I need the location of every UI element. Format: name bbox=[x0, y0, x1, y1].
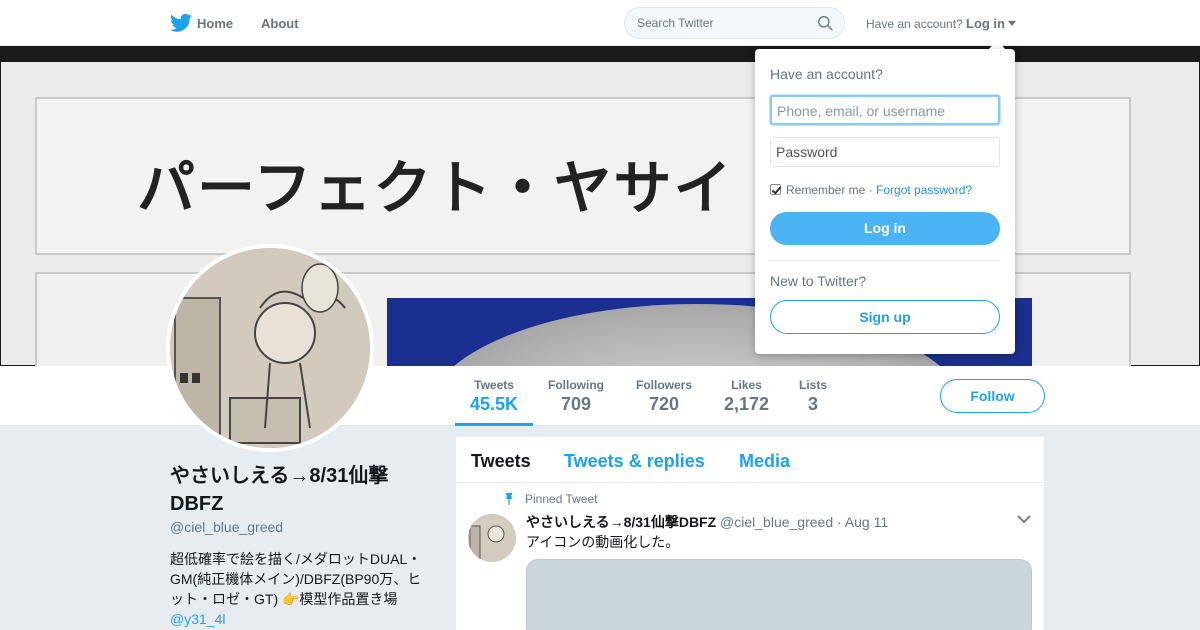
tweet-text: アイコンの動画化した。 bbox=[526, 534, 680, 550]
stat-lists[interactable]: Lists 3 bbox=[799, 378, 827, 415]
search-input[interactable]: Search Twitter bbox=[624, 7, 845, 39]
top-navigation: Home About Search Twitter Have an accoun… bbox=[0, 0, 1200, 46]
tab-media[interactable]: Media bbox=[739, 451, 790, 472]
stat-following[interactable]: Following 709 bbox=[548, 378, 604, 415]
nav-about-link[interactable]: About bbox=[261, 16, 299, 31]
timeline-tabs: Tweets Tweets & replies Media bbox=[456, 437, 1044, 483]
username-field[interactable]: Phone, email, or username bbox=[770, 95, 1000, 125]
password-field[interactable]: Password bbox=[770, 137, 1000, 167]
pinned-tweet-label: Pinned Tweet bbox=[525, 492, 598, 506]
password-placeholder: Password bbox=[776, 144, 838, 160]
follow-button[interactable]: Follow bbox=[940, 379, 1045, 413]
login-link[interactable]: Log in bbox=[966, 16, 1005, 31]
chevron-down-icon[interactable] bbox=[1017, 514, 1031, 524]
stat-label: Following bbox=[548, 378, 604, 392]
tab-tweets[interactable]: Tweets bbox=[471, 451, 531, 472]
tweet-author-name[interactable]: やさいしえる→8/31仙撃DBFZ bbox=[526, 514, 716, 530]
stat-value: 720 bbox=[648, 394, 680, 414]
tab-tweets-replies[interactable]: Tweets & replies bbox=[564, 451, 705, 472]
twitter-bird-icon[interactable] bbox=[170, 13, 192, 33]
avatar[interactable] bbox=[166, 244, 374, 452]
remember-me-row: Remember me · Forgot password? bbox=[770, 183, 972, 197]
forgot-password-link[interactable]: Forgot password? bbox=[876, 183, 972, 197]
profile-bio: 超低確率で絵を描く/メダロットDUAL・GM(純正機体メイン)/DBFZ(BP9… bbox=[170, 549, 430, 629]
stat-label: Followers bbox=[636, 378, 693, 392]
signup-button[interactable]: Sign up bbox=[770, 300, 1000, 334]
stat-value: 2,172 bbox=[724, 394, 770, 414]
tweet-avatar[interactable] bbox=[468, 514, 516, 562]
new-to-twitter-text: New to Twitter? bbox=[770, 273, 867, 289]
profile-handle[interactable]: @ciel_blue_greed bbox=[170, 519, 283, 535]
tweet-date[interactable]: · Aug 11 bbox=[837, 514, 888, 530]
tweet-avatar-sketch bbox=[468, 514, 516, 562]
active-tab-underline bbox=[455, 423, 533, 426]
username-placeholder: Phone, email, or username bbox=[777, 103, 946, 119]
stat-value: 709 bbox=[560, 394, 592, 414]
avatar-image bbox=[170, 248, 370, 448]
stat-label: Likes bbox=[731, 378, 762, 392]
stat-value: 3 bbox=[808, 394, 819, 414]
bio-text: 超低確率で絵を描く/メダロットDUAL・GM(純正機体メイン)/DBFZ(BP9… bbox=[170, 551, 422, 607]
tweet-author-handle[interactable]: @ciel_blue_greed bbox=[720, 514, 833, 530]
avatar-sketch bbox=[170, 248, 370, 448]
search-placeholder: Search Twitter bbox=[637, 16, 714, 30]
remember-me-label[interactable]: Remember me · bbox=[786, 183, 873, 197]
dropdown-divider bbox=[770, 260, 1000, 261]
login-button[interactable]: Log in bbox=[770, 212, 1000, 245]
dropdown-title: Have an account? bbox=[770, 66, 883, 82]
search-icon[interactable] bbox=[817, 15, 834, 32]
stat-label: Tweets bbox=[474, 378, 514, 392]
nav-home-link[interactable]: Home bbox=[197, 16, 233, 31]
caret-down-icon[interactable] bbox=[1008, 21, 1016, 26]
stat-label: Lists bbox=[799, 378, 828, 392]
have-account-text: Have an account? bbox=[866, 17, 963, 31]
tweet-header: やさいしえる→8/31仙撃DBFZ @ciel_blue_greed · Aug… bbox=[526, 512, 888, 532]
bio-link[interactable]: @y31_4l bbox=[170, 611, 225, 627]
tweet-media[interactable] bbox=[526, 559, 1032, 630]
stat-tweets[interactable]: Tweets 45.5K bbox=[470, 378, 518, 415]
stat-likes[interactable]: Likes 2,172 bbox=[724, 378, 769, 415]
stat-value: 45.5K bbox=[470, 394, 519, 414]
banner-text: パーフェクト・ヤサイ bbox=[137, 154, 734, 222]
pin-icon bbox=[506, 493, 512, 505]
stat-followers[interactable]: Followers 720 bbox=[636, 378, 692, 415]
timeline: Tweets Tweets & replies Media Pinned Twe… bbox=[456, 437, 1044, 630]
login-dropdown: Have an account? Phone, email, or userna… bbox=[755, 49, 1015, 354]
profile-name[interactable]: やさいしえる→8/31仙撃DBFZ bbox=[170, 462, 430, 518]
remember-me-checkbox[interactable] bbox=[770, 184, 781, 195]
